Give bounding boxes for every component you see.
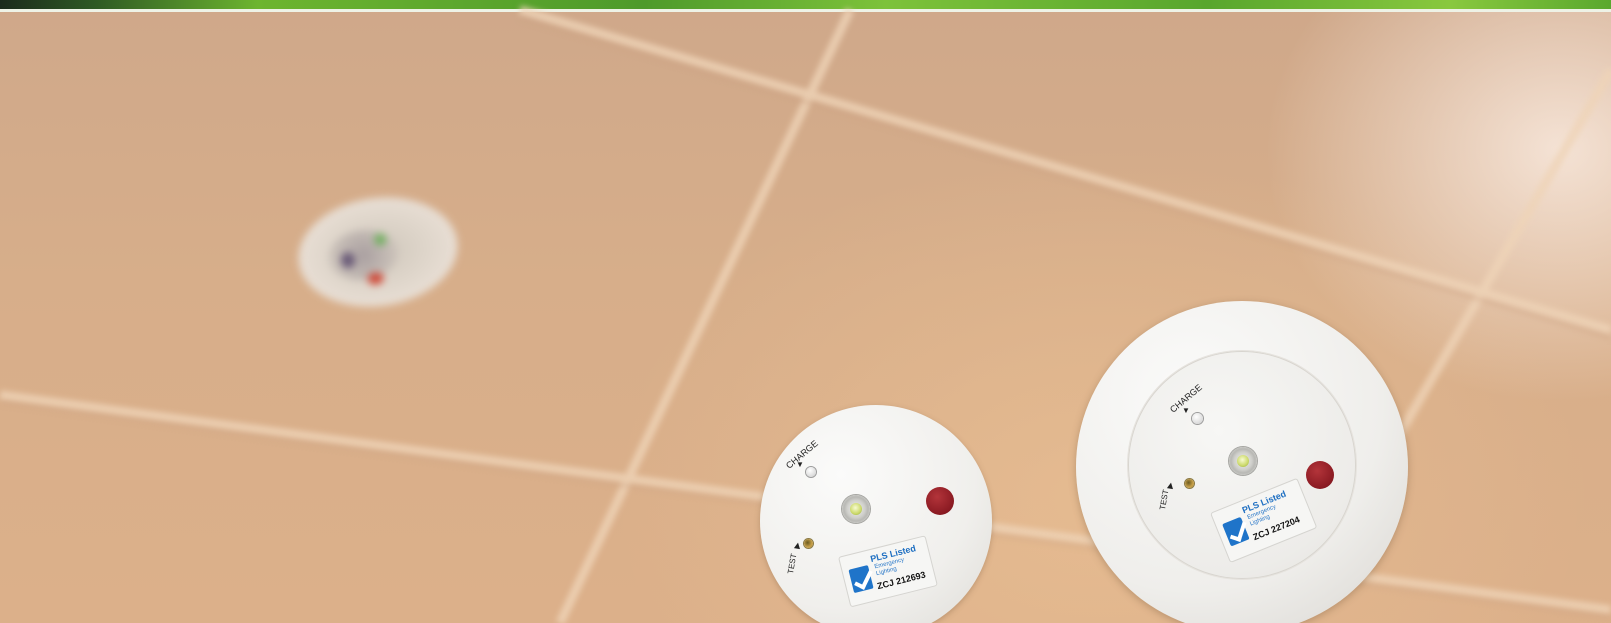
arrow-right-icon: ▶ bbox=[1165, 481, 1176, 490]
red-indicator-button bbox=[1306, 461, 1334, 489]
grid-shadow bbox=[519, 16, 1611, 340]
red-indicator-button bbox=[926, 487, 954, 515]
check-mark-icon bbox=[1222, 516, 1250, 547]
large-emergency-light: CHARGE ▼ TEST ▶ PLS Listed Emergency Lig… bbox=[1076, 301, 1408, 623]
photo-scene: CHARGE ▼ TEST ▶ PLS Listed Emergency Lig… bbox=[0, 0, 1611, 623]
test-button-led bbox=[1185, 479, 1194, 488]
led-core bbox=[1237, 455, 1249, 467]
charge-indicator-led bbox=[1192, 413, 1203, 424]
led-lens bbox=[842, 495, 870, 523]
test-label: TEST bbox=[1158, 488, 1171, 511]
grid-line bbox=[518, 5, 1611, 335]
arrow-right-icon: ▶ bbox=[792, 541, 803, 550]
pls-listed-sticker: PLS Listed Emergency Lighting ZCJ 227204 bbox=[1210, 477, 1318, 564]
red-led-icon bbox=[366, 271, 385, 286]
arrow-down-icon: ▼ bbox=[1182, 406, 1190, 415]
small-emergency-light: CHARGE ▼ TEST ▶ PLS Listed Emergency Lig… bbox=[760, 405, 992, 623]
led-lens bbox=[1229, 447, 1257, 475]
arrow-down-icon: ▼ bbox=[796, 460, 804, 469]
test-button-led bbox=[804, 539, 813, 548]
test-label: TEST bbox=[786, 552, 799, 575]
check-mark-icon bbox=[848, 565, 874, 594]
led-core bbox=[850, 503, 862, 515]
inner-plate: CHARGE ▼ TEST ▶ PLS Listed Emergency Lig… bbox=[1128, 351, 1356, 579]
pls-listed-sticker: PLS Listed Emergency Lighting ZCJ 212693 bbox=[838, 535, 938, 608]
fixture-center bbox=[325, 225, 402, 285]
charge-indicator-led bbox=[806, 467, 816, 477]
